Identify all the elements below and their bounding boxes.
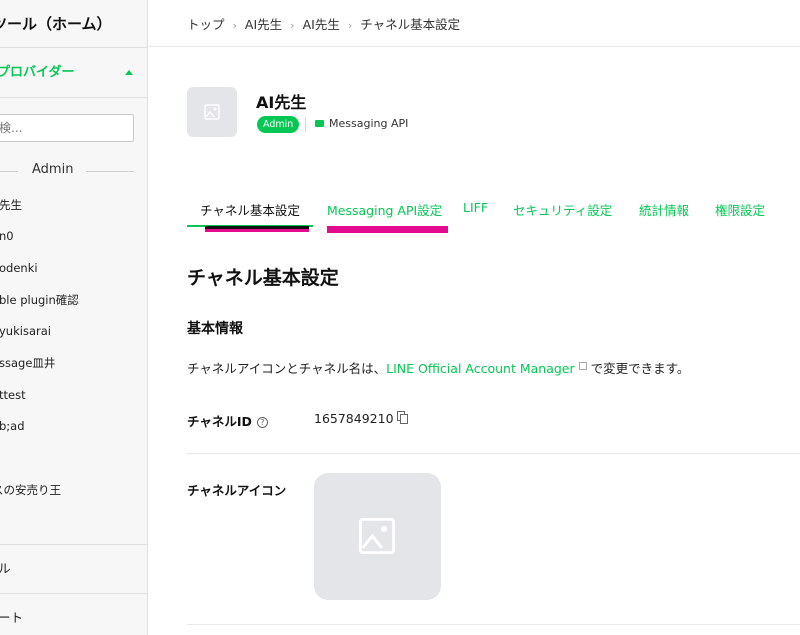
description-prefix: チャネルアイコンとチャネル名は、	[187, 361, 387, 376]
sidebar-bottom-item[interactable]: ート	[0, 593, 147, 635]
breadcrumb-provider[interactable]: AI先生	[245, 17, 282, 32]
sidebar-channel-label: 先生	[0, 198, 22, 212]
sidebar-channel-item[interactable]: b;ad	[0, 416, 147, 436]
sidebar: ツール（ホーム） プロバイダー 検... Admin 先生 n0 odenki …	[0, 0, 148, 635]
breadcrumb-current: チャネル基本設定	[360, 17, 461, 32]
sidebar-group-header: Admin	[0, 160, 147, 182]
tab-statistics[interactable]: 統計情報	[639, 200, 689, 219]
chevron-right-icon: ›	[232, 19, 237, 32]
breadcrumb-top[interactable]: トップ	[187, 17, 225, 32]
sidebar-home-link[interactable]: ツール（ホーム）	[0, 0, 147, 48]
tab-liff[interactable]: LIFF	[463, 200, 488, 215]
sidebar-channel-item[interactable]: yukisarai	[0, 321, 147, 341]
divider	[148, 46, 800, 47]
sidebar-channel-item[interactable]: スの安売り王	[0, 480, 147, 500]
sidebar-group-label: Admin	[32, 162, 74, 177]
sidebar-channel-item[interactable]: odenki	[0, 258, 147, 278]
highlight-marker	[327, 226, 448, 233]
channel-icon-label: チャネルアイコン	[187, 483, 287, 498]
tab-basic-settings[interactable]: チャネル基本設定	[200, 200, 300, 219]
sidebar-channel-item[interactable]: 先生	[0, 195, 147, 215]
channel-icon-preview	[314, 473, 441, 600]
channel-id-label-text: チャネルID	[187, 414, 252, 429]
sidebar-bottom-item[interactable]: ル	[0, 544, 147, 592]
image-placeholder-icon	[358, 517, 396, 555]
sidebar-channel-label: n0	[0, 229, 14, 243]
page-title: チャネル基本設定	[187, 267, 339, 289]
sidebar-search-input[interactable]: 検...	[0, 114, 134, 142]
sidebar-channel-label: ble plugin確認	[0, 293, 79, 307]
main-content: トップ › AI先生 › AI先生 › チャネル基本設定 AI先生 Admin Messag…	[148, 0, 800, 635]
sidebar-home-label: ツール（ホーム）	[0, 15, 112, 33]
description: チャネルアイコンとチャネル名は、LINE Official Account Ma…	[187, 358, 689, 377]
channel-name: AI先生	[256, 93, 307, 112]
tab-security[interactable]: セキュリティ設定	[513, 200, 612, 219]
sidebar-channel-label: yukisarai	[0, 324, 51, 338]
section-title: 基本情報	[187, 321, 243, 337]
channel-type-label: Messaging API	[329, 117, 409, 130]
sidebar-bottom-label: ート	[0, 610, 24, 625]
tab-permissions[interactable]: 権限設定	[715, 200, 765, 219]
sidebar-provider-toggle[interactable]: プロバイダー	[0, 48, 147, 98]
breadcrumb-channel[interactable]: AI先生	[303, 17, 340, 32]
chevron-right-icon: ›	[290, 19, 295, 32]
external-link-icon	[578, 362, 587, 370]
sidebar-bottom-label: ル	[0, 561, 11, 576]
sidebar-channel-item[interactable]: n0	[0, 226, 147, 246]
channel-id-label: チャネルID?	[187, 411, 268, 430]
sidebar-channel-label: odenki	[0, 261, 38, 275]
sidebar-channel-label: ttest	[0, 388, 26, 402]
image-placeholder-icon	[204, 104, 220, 120]
chat-icon	[315, 120, 324, 127]
sidebar-channel-label: ssage皿井	[0, 356, 56, 370]
sidebar-channel-item[interactable]: ble plugin確認	[0, 290, 147, 310]
highlight-marker	[205, 226, 309, 229]
divider	[187, 624, 800, 625]
channel-type: Messaging API	[315, 117, 408, 130]
breadcrumb: トップ › AI先生 › AI先生 › チャネル基本設定	[187, 14, 460, 33]
divider	[187, 453, 800, 454]
chevron-up-icon	[125, 70, 133, 75]
tab-messaging-api[interactable]: Messaging API設定	[327, 200, 442, 219]
sidebar-channel-item[interactable]: ttest	[0, 385, 147, 405]
channel-avatar	[187, 87, 237, 137]
sidebar-channel-item[interactable]: ssage皿井	[0, 353, 147, 373]
sidebar-channel-label: スの安売り王	[0, 483, 61, 497]
chevron-right-icon: ›	[347, 19, 353, 32]
sidebar-provider-label: プロバイダー	[0, 65, 75, 80]
channel-id-value: 1657849210	[314, 411, 394, 426]
sidebar-channel-label: b;ad	[0, 419, 25, 433]
oam-link[interactable]: LINE Official Account Manager	[386, 361, 574, 376]
tab-bar: チャネル基本設定 Messaging API設定 LIFF セキュリティ設定 統…	[187, 200, 800, 228]
description-suffix: で変更できます。	[590, 361, 690, 376]
divider	[305, 117, 306, 132]
role-badge: Admin	[257, 116, 300, 133]
copy-icon[interactable]	[397, 411, 409, 424]
help-icon[interactable]: ?	[256, 417, 268, 428]
